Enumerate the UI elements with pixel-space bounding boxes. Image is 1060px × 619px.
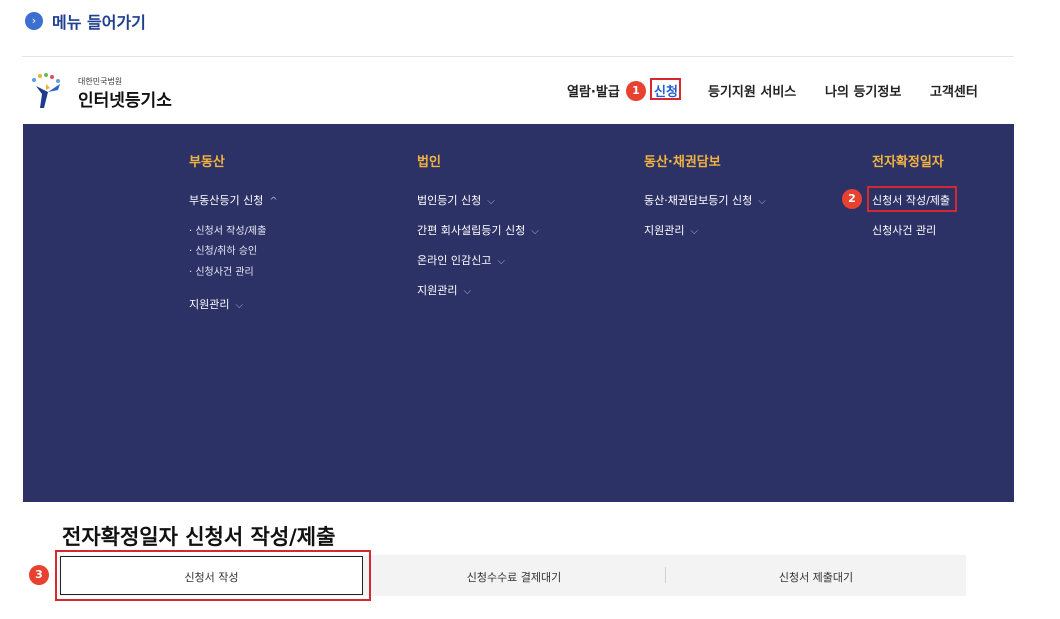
step-badge-1: 1	[626, 81, 646, 101]
menu-item-write-submit[interactable]: 신청서 작성/제출	[872, 192, 950, 208]
submenu-item-approve[interactable]: · 신청/취하 승인	[189, 242, 257, 257]
page-title: 전자확정일자 신청서 작성/제출	[62, 525, 336, 549]
step-badge-2: 2	[842, 189, 862, 209]
menu-item-movables-apply[interactable]: 동산·채권담보등기 신청 ⌵	[644, 192, 766, 208]
mega-menu-panel	[23, 124, 1014, 502]
menu-item-corporate-apply[interactable]: 법인등기 신청 ⌵	[417, 192, 495, 208]
chevron-down-icon: ⌵	[758, 196, 766, 207]
menu-category-corporation[interactable]: 법인	[417, 151, 441, 170]
nav-my-info[interactable]: 나의 등기정보	[825, 81, 901, 100]
menu-item-movables-support[interactable]: 지원관리 ⌵	[644, 222, 698, 238]
logo-title[interactable]: 인터넷등기소	[78, 86, 172, 111]
chevron-down-icon: ⌵	[487, 196, 495, 207]
chevron-down-icon: ⌵	[690, 226, 699, 237]
section-title: 메뉴 들어가기	[52, 13, 146, 32]
court-logo-icon[interactable]	[24, 70, 72, 110]
menu-item-corporate-support[interactable]: 지원관리 ⌵	[417, 282, 471, 298]
chevron-down-icon: ⌵	[531, 226, 539, 237]
menu-item-real-estate-apply[interactable]: 부동산등기 신청 ^	[189, 192, 278, 208]
step-badge-3: 3	[29, 565, 49, 585]
nav-customer-center[interactable]: 고객센터	[930, 81, 978, 100]
nav-support-service[interactable]: 등기지원 서비스	[708, 81, 796, 100]
chevron-down-icon: ⌵	[463, 286, 472, 297]
chevron-up-icon: ^	[269, 196, 278, 207]
tab-label-write[interactable]: 신청서 작성	[60, 569, 363, 585]
menu-item-online-seal[interactable]: 온라인 인감신고 ⌵	[417, 252, 505, 268]
submenu-item-case-manage[interactable]: · 신청사건 관리	[189, 263, 254, 278]
tab-submission-pending[interactable]: 신청서 제출대기	[666, 569, 966, 585]
chevron-down-icon: ⌵	[235, 300, 244, 311]
divider	[22, 56, 1014, 57]
tab-fee-payment-pending[interactable]: 신청수수료 결제대기	[363, 569, 665, 585]
nav-view-issue[interactable]: 열람·발급	[567, 81, 620, 100]
menu-item-case-manage[interactable]: 신청사건 관리	[872, 222, 936, 238]
nav-apply[interactable]: 신청	[654, 81, 678, 100]
menu-item-real-estate-support[interactable]: 지원관리 ⌵	[189, 296, 243, 312]
submenu-item-write-submit[interactable]: · 신청서 작성/제출	[189, 222, 266, 237]
chevron-right-circle-icon: ›	[25, 12, 43, 30]
menu-category-real-estate[interactable]: 부동산	[189, 151, 225, 170]
menu-category-electronic-date[interactable]: 전자확정일자	[872, 151, 944, 170]
chevron-down-icon: ⌵	[497, 256, 505, 267]
menu-item-simple-incorporation[interactable]: 간편 회사설립등기 신청 ⌵	[417, 222, 539, 238]
menu-category-movables[interactable]: 동산·채권담보	[644, 151, 721, 170]
